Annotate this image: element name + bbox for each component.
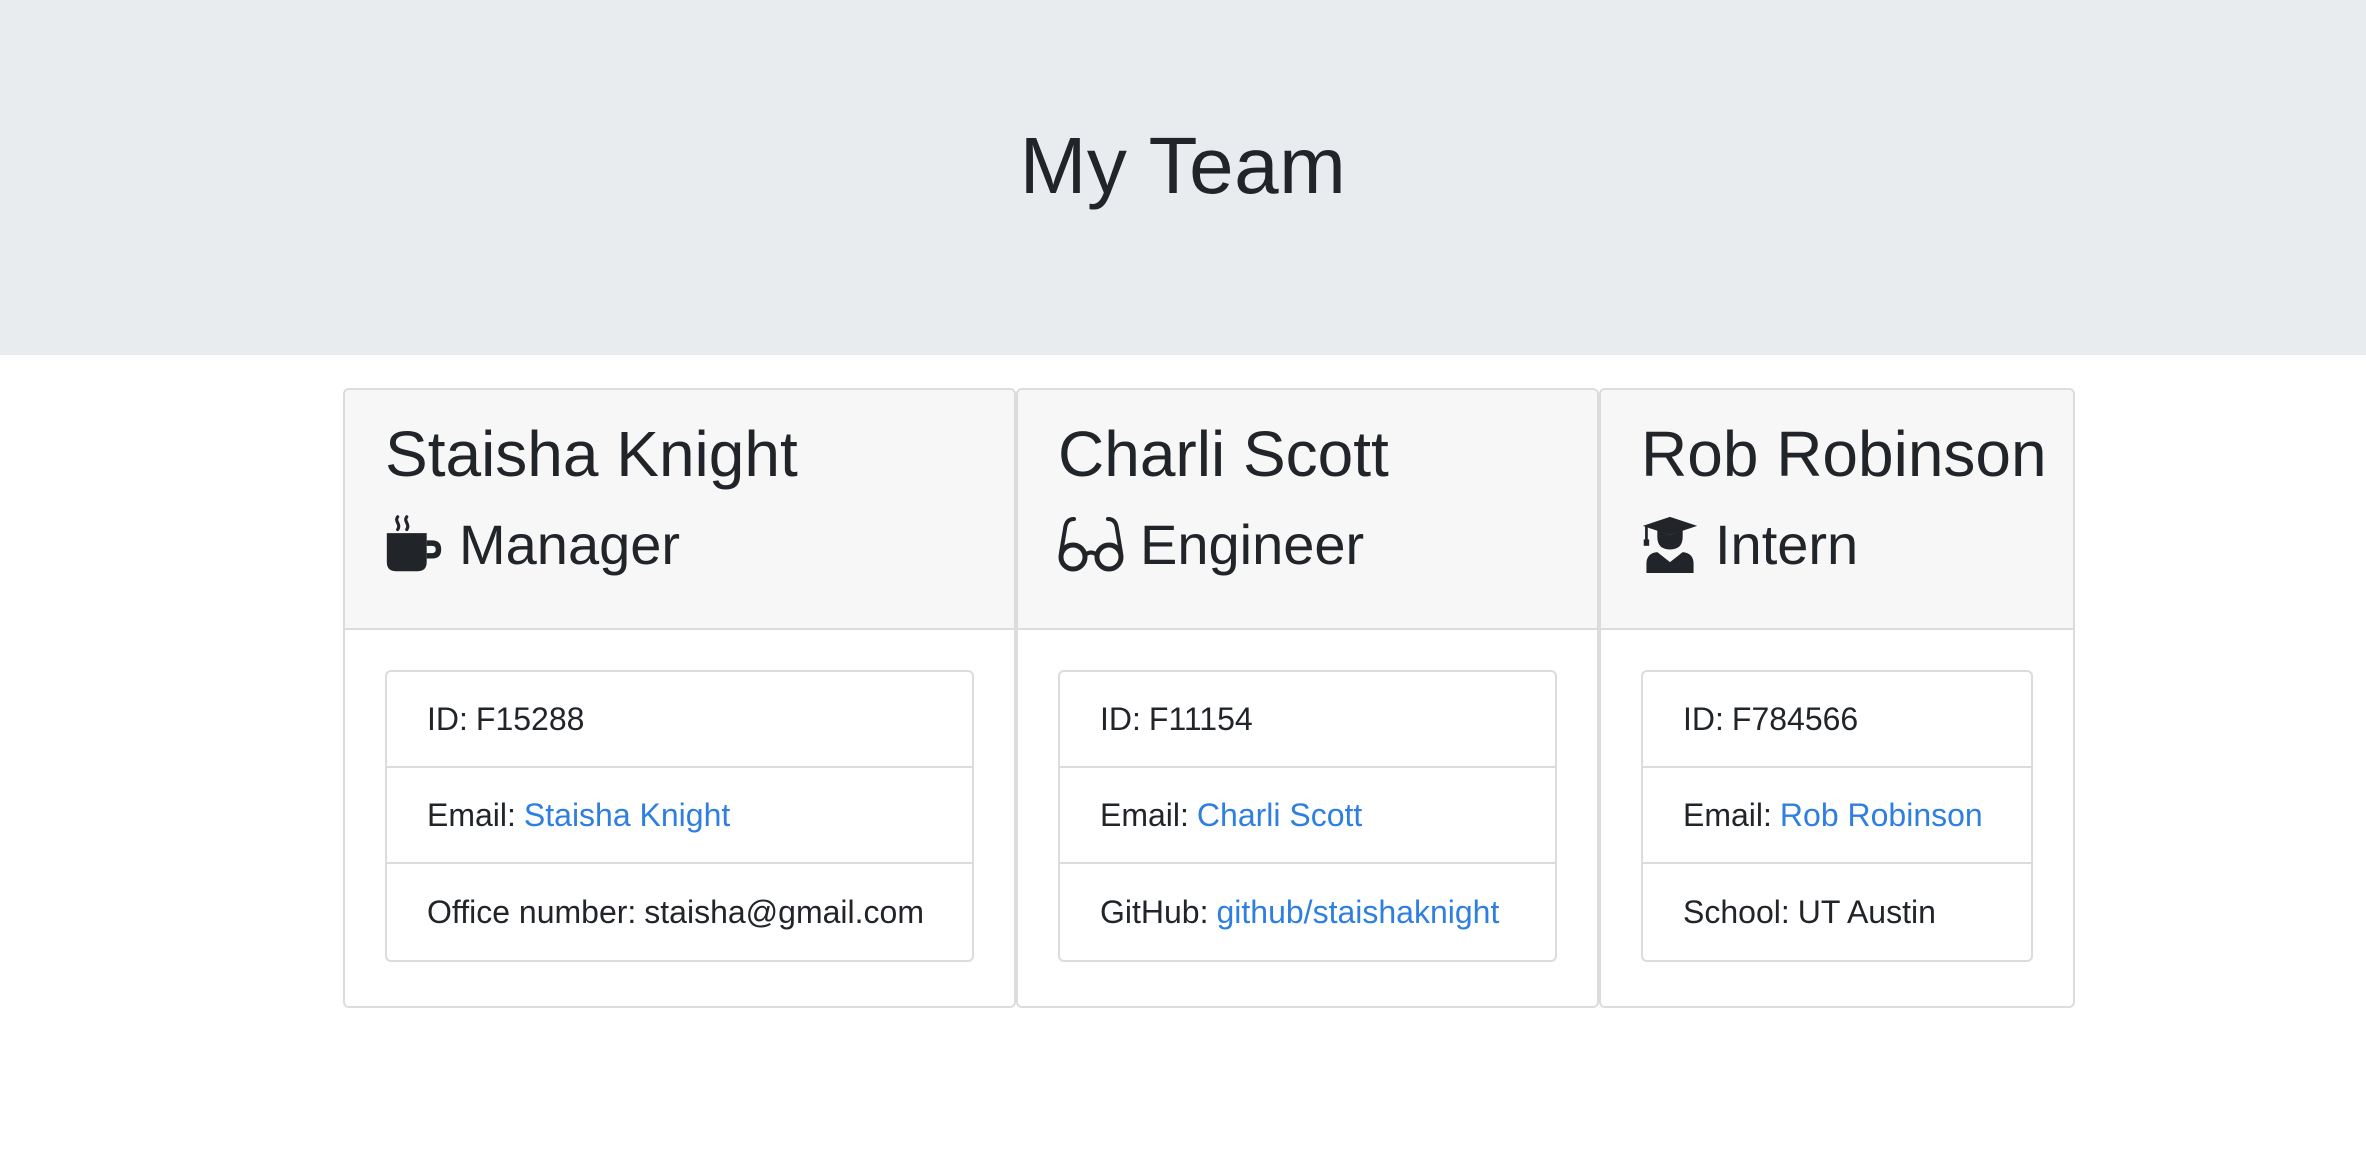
role-label: Intern [1715, 512, 1859, 576]
github-link[interactable]: github/staishaknight [1216, 894, 1499, 931]
card-body: ID: F11154 Email: Charli Scott GitHub: g… [1018, 630, 1597, 1002]
role-label: Manager [459, 512, 681, 576]
office-number-value: staisha@gmail.com [644, 893, 924, 930]
employee-name: Staisha Knight [385, 418, 798, 490]
school-value: UT Austin [1797, 893, 1936, 930]
email-link[interactable]: Rob Robinson [1780, 797, 1983, 834]
email-link[interactable]: Charli Scott [1197, 797, 1362, 834]
card-header: Charli Scott Engineer [1018, 390, 1597, 630]
info-list: ID: F784566 Email: Rob Robinson School: … [1641, 670, 2033, 962]
school-item: School: UT Austin [1643, 864, 2031, 960]
card-body: ID: F784566 Email: Rob Robinson School: … [1601, 630, 2073, 1002]
graduate-icon [1641, 515, 1699, 573]
employee-role: Manager [385, 506, 1014, 582]
card-header: Rob Robinson Intern [1601, 390, 2073, 630]
id-value: F15288 [475, 700, 585, 737]
office-number-label: Office number: [427, 893, 637, 930]
email-item: Email: Rob Robinson [1643, 768, 2031, 864]
coffee-mug-icon [385, 515, 443, 573]
email-link[interactable]: Staisha Knight [524, 797, 730, 834]
employee-name: Charli Scott [1058, 418, 1389, 490]
employee-name: Rob Robinson [1641, 418, 2047, 490]
github-item: GitHub: github/staishaknight [1060, 864, 1555, 960]
email-label: Email: [1683, 796, 1772, 833]
employee-card-intern: Rob Robinson Intern ID: F784566 Email: R… [1599, 388, 2075, 1008]
employee-role: Engineer [1058, 506, 1597, 582]
id-item: ID: F11154 [1060, 672, 1555, 768]
email-label: Email: [427, 796, 516, 833]
id-item: ID: F15288 [387, 672, 972, 768]
employee-card-engineer: Charli Scott Engineer ID: F11154 Email: [1016, 388, 1599, 1008]
id-label: ID: [427, 700, 468, 737]
id-label: ID: [1683, 700, 1724, 737]
info-list: ID: F15288 Email: Staisha Knight Office … [385, 670, 974, 962]
glasses-icon [1058, 515, 1124, 573]
id-label: ID: [1100, 700, 1141, 737]
email-item: Email: Staisha Knight [387, 768, 972, 864]
card-body: ID: F15288 Email: Staisha Knight Office … [345, 630, 1014, 1002]
page-title: My Team [1019, 120, 1347, 210]
email-label: Email: [1100, 796, 1189, 833]
role-label: Engineer [1140, 512, 1365, 576]
office-number-item: Office number: staisha@gmail.com [387, 864, 972, 960]
github-label: GitHub: [1100, 893, 1209, 930]
school-label: School: [1683, 893, 1790, 930]
card-header: Staisha Knight Manager [345, 390, 1014, 630]
employee-card-manager: Staisha Knight Manager ID: F15288 Email:… [343, 388, 1016, 1008]
email-item: Email: Charli Scott [1060, 768, 1555, 864]
employee-role: Intern [1641, 506, 2073, 582]
jumbotron-header: My Team [0, 0, 2366, 355]
info-list: ID: F11154 Email: Charli Scott GitHub: g… [1058, 670, 1557, 962]
id-value: F11154 [1148, 700, 1253, 737]
id-item: ID: F784566 [1643, 672, 2031, 768]
id-value: F784566 [1731, 700, 1859, 737]
